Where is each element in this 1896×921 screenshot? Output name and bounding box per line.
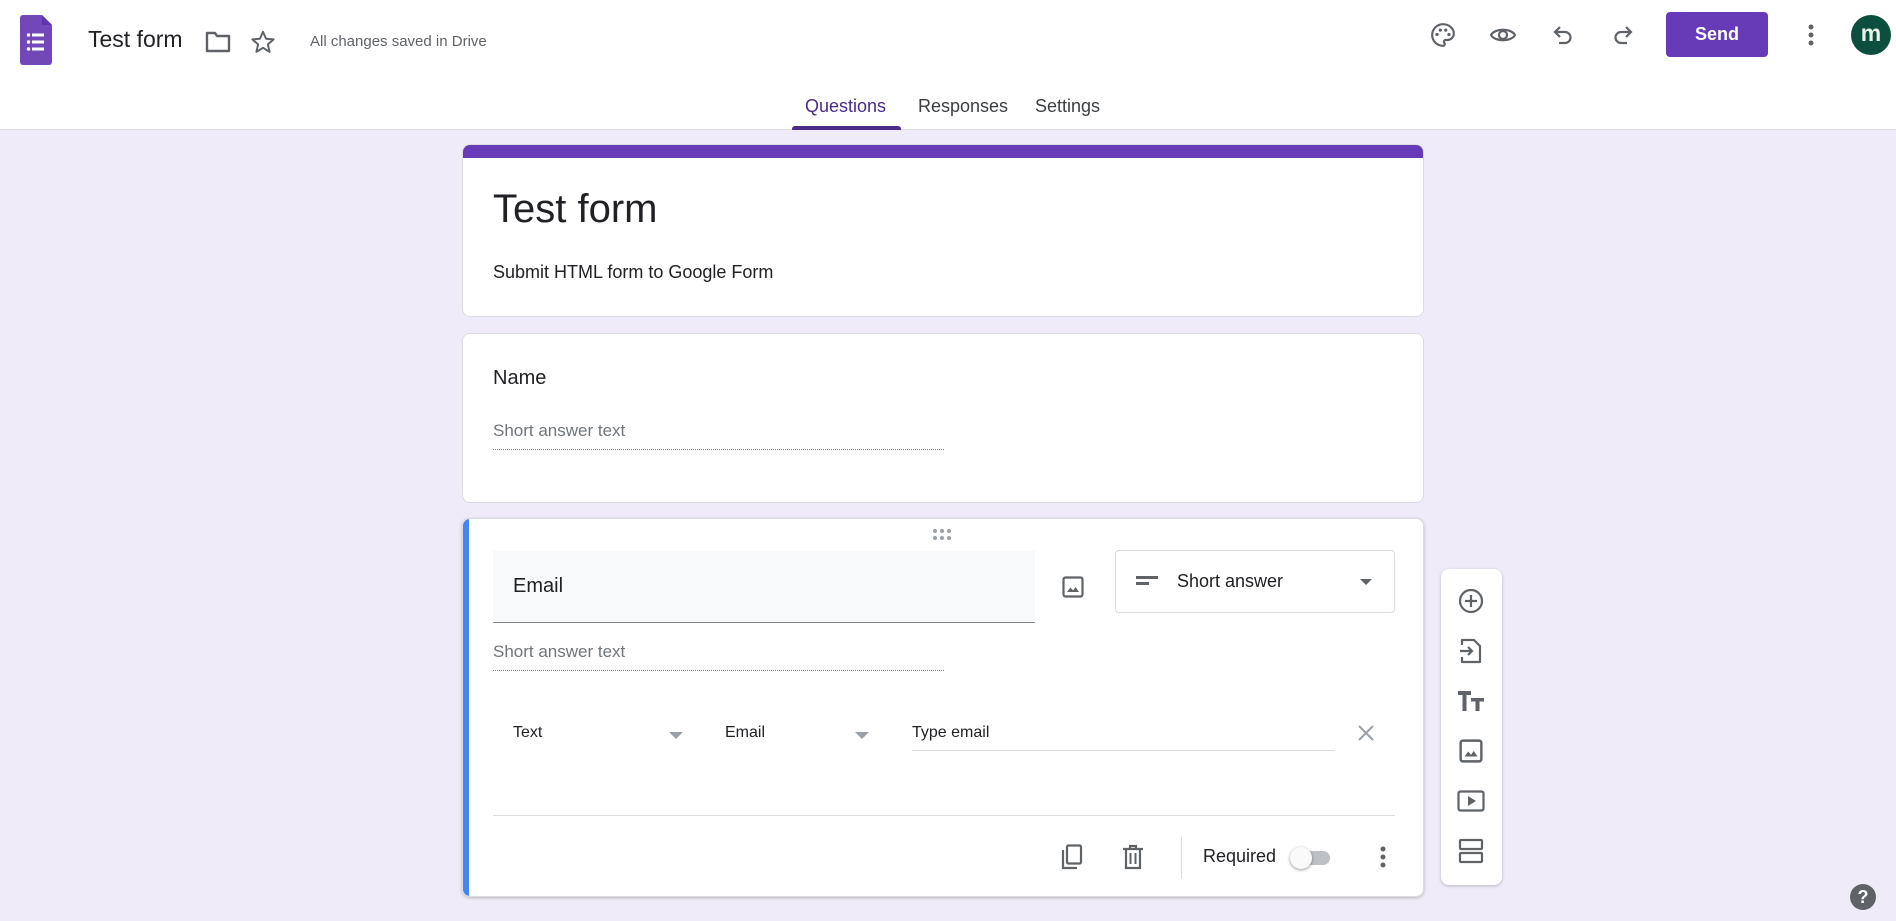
chevron-down-icon — [855, 732, 869, 739]
close-icon[interactable] — [1356, 723, 1376, 743]
toggle-thumb — [1290, 847, 1312, 869]
account-avatar[interactable]: m — [1851, 15, 1891, 55]
app-header: Test form All changes saved in Drive Sen… — [0, 0, 1896, 130]
image-icon — [1459, 739, 1483, 763]
star-button[interactable] — [249, 28, 277, 56]
forms-logo-icon[interactable] — [20, 15, 52, 65]
duplicate-button[interactable] — [1052, 837, 1092, 877]
question-more-options-button[interactable] — [1363, 837, 1403, 877]
required-toggle[interactable] — [1290, 847, 1334, 869]
video-icon — [1457, 790, 1485, 812]
title-icon — [1458, 691, 1484, 711]
required-label: Required — [1203, 846, 1277, 866]
add-video-button[interactable] — [1451, 781, 1491, 821]
copy-icon — [1061, 844, 1083, 870]
redo-icon — [1614, 26, 1633, 45]
undo-button[interactable] — [1548, 20, 1578, 50]
redo-button[interactable] — [1608, 20, 1638, 50]
add-circle-icon — [1458, 588, 1484, 614]
active-tab-indicator — [792, 126, 901, 130]
move-to-folder-button[interactable] — [204, 28, 232, 56]
star-icon — [251, 30, 275, 53]
folder-icon — [205, 31, 231, 53]
question-title-input[interactable]: Email — [493, 551, 1035, 623]
import-questions-button[interactable] — [1451, 631, 1491, 671]
add-image-button[interactable] — [1451, 731, 1491, 771]
floating-toolbar — [1441, 569, 1502, 885]
question-type-label: Short answer — [1177, 571, 1284, 591]
footer-vertical-divider — [1181, 837, 1182, 879]
document-title[interactable]: Test form — [88, 26, 183, 53]
form-description[interactable]: Submit HTML form to Google Form — [493, 262, 773, 283]
validation-error-text-input[interactable]: Type email — [912, 719, 1335, 751]
image-icon — [1062, 576, 1084, 598]
more-options-button[interactable] — [1796, 20, 1826, 50]
help-button[interactable]: ? — [1850, 884, 1876, 910]
tab-bar: Questions Responses Settings — [0, 93, 1896, 130]
validation-rule-dropdown[interactable]: Email — [725, 724, 765, 742]
import-icon — [1460, 638, 1482, 664]
validation-kind-dropdown[interactable]: Text — [513, 724, 542, 742]
tab-responses[interactable]: Responses — [918, 96, 1008, 117]
question-card-email[interactable]: Email Short answer Short answer text Tex… — [462, 518, 1424, 897]
question-type-dropdown[interactable]: Short answer — [1115, 550, 1395, 613]
footer-divider — [493, 815, 1395, 816]
short-answer-placeholder: Short answer text — [493, 421, 944, 450]
customize-theme-button[interactable] — [1428, 20, 1458, 50]
add-question-button[interactable] — [1451, 581, 1491, 621]
save-status: All changes saved in Drive — [310, 33, 487, 50]
tab-questions[interactable]: Questions — [805, 96, 886, 117]
add-title-description-button[interactable] — [1451, 681, 1491, 721]
more-vert-icon — [1808, 24, 1814, 46]
form-title-card[interactable]: Test form Submit HTML form to Google For… — [462, 144, 1424, 317]
question-title: Name — [493, 367, 547, 389]
chevron-down-icon — [1360, 579, 1372, 585]
trash-icon — [1123, 844, 1143, 870]
section-icon — [1458, 838, 1484, 864]
more-vert-icon — [1380, 846, 1386, 868]
question-card-name[interactable]: Name Short answer text — [462, 333, 1424, 503]
chevron-down-icon — [669, 732, 683, 739]
drag-handle-icon[interactable] — [933, 529, 955, 543]
preview-button[interactable] — [1488, 20, 1518, 50]
form-title[interactable]: Test form — [493, 187, 657, 232]
active-question-indicator — [463, 519, 469, 896]
short-answer-placeholder: Short answer text — [493, 642, 944, 671]
palette-icon — [1431, 23, 1455, 47]
eye-icon — [1489, 28, 1517, 42]
tab-settings[interactable]: Settings — [1035, 96, 1100, 117]
send-button[interactable]: Send — [1666, 12, 1768, 57]
short-text-icon — [1136, 576, 1158, 585]
theme-color-bar — [463, 145, 1423, 158]
add-image-to-question-button[interactable] — [1053, 567, 1093, 607]
delete-button[interactable] — [1113, 837, 1153, 877]
add-section-button[interactable] — [1451, 831, 1491, 871]
undo-icon — [1553, 26, 1572, 45]
